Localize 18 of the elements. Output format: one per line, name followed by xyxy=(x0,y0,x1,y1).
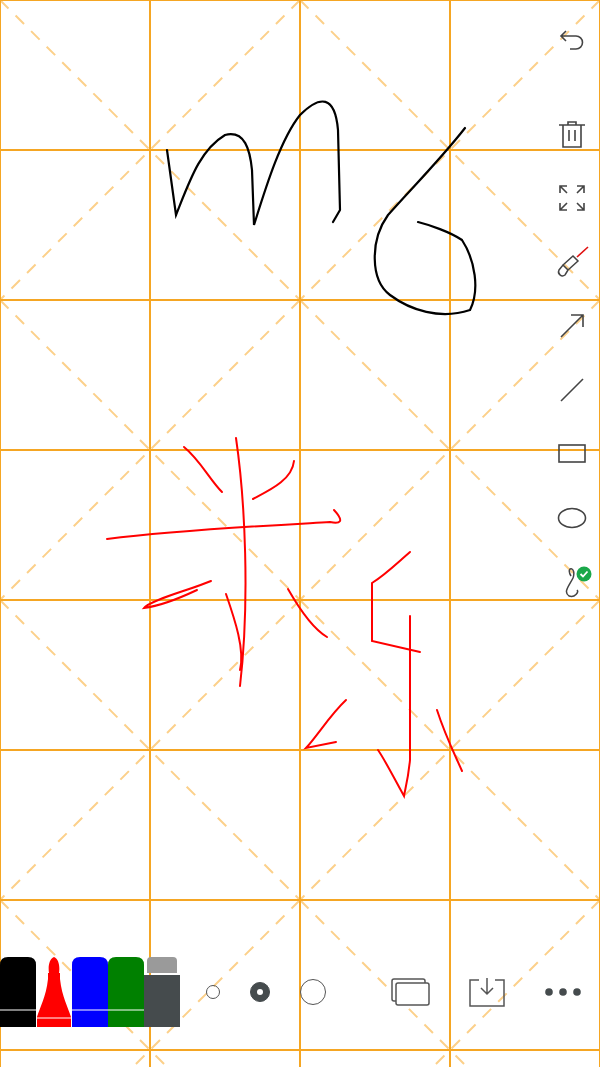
marker-button[interactable] xyxy=(0,957,36,1027)
eraser-button[interactable] xyxy=(144,957,180,1027)
more-icon xyxy=(545,987,581,997)
checkmark-badge-icon xyxy=(576,566,592,582)
line-icon xyxy=(559,377,585,403)
arrow-icon xyxy=(559,313,585,339)
marker-button[interactable] xyxy=(72,957,108,1027)
freehand-icon xyxy=(563,566,581,598)
fullscreen-icon xyxy=(559,185,585,211)
layers-icon xyxy=(391,978,431,1006)
rectangle-icon xyxy=(558,444,586,464)
ellipse-icon xyxy=(557,507,587,529)
download-icon xyxy=(467,977,507,1007)
laser-pointer-icon xyxy=(555,245,589,279)
marker-button[interactable] xyxy=(108,957,144,1027)
marker-button[interactable] xyxy=(36,957,72,1027)
undo-icon xyxy=(558,28,586,52)
trash-icon xyxy=(557,119,587,149)
